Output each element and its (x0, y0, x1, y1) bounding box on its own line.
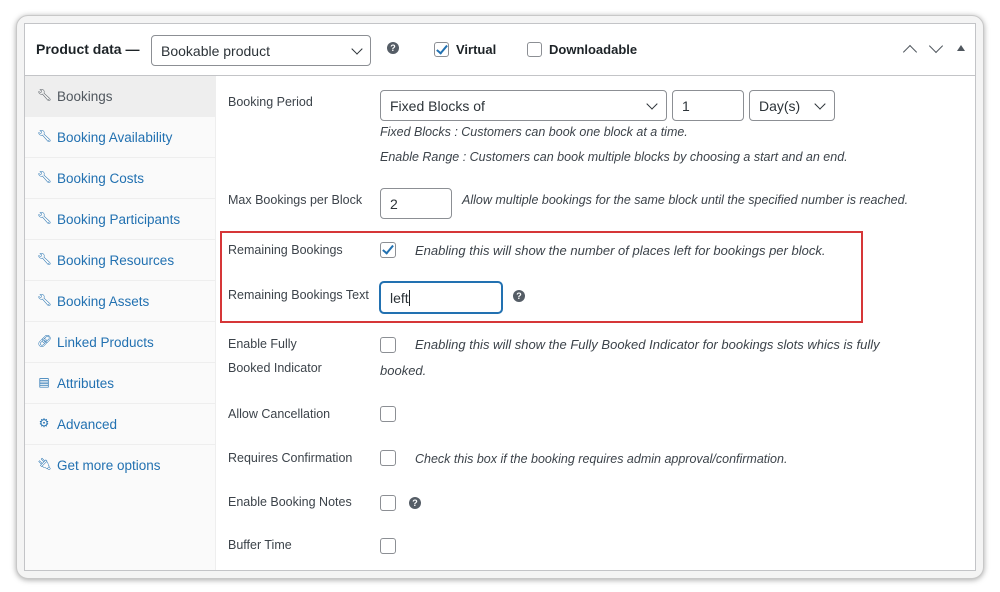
product-type-select[interactable]: Bookable product (151, 35, 371, 66)
buffer-time-label: Buffer Time (228, 538, 292, 552)
allow-cancellation-checkbox[interactable] (380, 406, 396, 422)
buffer-time-checkbox[interactable] (380, 538, 396, 554)
tab-label: Attributes (57, 376, 115, 391)
tab-booking-participants[interactable]: 🔧︎ Booking Participants (25, 199, 215, 240)
max-bookings-value: 2 (390, 196, 398, 212)
booking-period-label: Booking Period (228, 95, 313, 109)
tab-booking-resources[interactable]: 🔧︎ Booking Resources (25, 240, 215, 281)
remaining-bookings-text-input[interactable]: left (380, 282, 502, 313)
product-data-panel: Product data — Bookable product ? Virtua… (24, 23, 976, 571)
tab-label: Linked Products (57, 335, 154, 350)
booking-period-number-value: 1 (682, 98, 690, 114)
tab-label: Booking Assets (57, 294, 150, 309)
tab-bookings[interactable]: 🔧︎ Bookings (25, 76, 215, 117)
link-icon: 🔗︎ (37, 334, 53, 348)
plugin-icon: 🔌︎ (37, 457, 53, 471)
tab-label: Booking Participants (57, 212, 181, 227)
booking-period-desc-range: Enable Range : Customers can book multip… (380, 150, 848, 164)
booking-period-type-select[interactable]: Fixed Blocks of (380, 90, 667, 121)
wrench-icon: 🔧︎ (37, 129, 53, 143)
remaining-bookings-desc: Enabling this will show the number of pl… (415, 243, 826, 258)
virtual-label: Virtual (456, 42, 497, 57)
help-icon[interactable]: ? (387, 42, 399, 54)
tab-attributes[interactable]: ▤ Attributes (25, 363, 215, 404)
move-down-icon[interactable] (928, 38, 944, 54)
panel-header: Product data — Bookable product ? Virtua… (25, 24, 975, 76)
max-bookings-label: Max Bookings per Block (228, 193, 363, 207)
tab-label: Booking Costs (57, 171, 145, 186)
tab-linked-products[interactable]: 🔗︎ Linked Products (25, 322, 215, 363)
product-data-tabs: 🔧︎ Bookings 🔧︎ Booking Availability 🔧︎ B… (25, 76, 216, 570)
list-icon: ▤ (38, 375, 50, 389)
chevron-down-icon (351, 43, 363, 55)
panel-title: Product data — (36, 41, 140, 57)
booking-period-unit-select[interactable]: Day(s) (749, 90, 835, 121)
fully-booked-label-line1: Enable Fully (228, 337, 297, 351)
booking-period-type-value: Fixed Blocks of (390, 98, 485, 114)
chevron-down-icon (814, 98, 826, 110)
fully-booked-desc-line2: booked. (380, 363, 427, 378)
downloadable-checkbox[interactable] (527, 42, 542, 57)
remaining-bookings-text-value: left (390, 290, 409, 306)
text-caret (408, 290, 410, 306)
booking-notes-checkbox[interactable] (380, 495, 396, 511)
remaining-bookings-label: Remaining Bookings (228, 243, 343, 257)
wrench-icon: 🔧︎ (37, 252, 53, 266)
tab-get-more-options[interactable]: 🔌︎ Get more options (25, 445, 215, 486)
help-icon[interactable]: ? (409, 497, 421, 509)
wrench-icon: 🔧︎ (37, 88, 53, 102)
move-up-icon[interactable] (902, 44, 918, 60)
tab-label: Bookings (57, 89, 113, 104)
max-bookings-desc: Allow multiple bookings for the same blo… (462, 193, 909, 207)
tab-booking-assets[interactable]: 🔧︎ Booking Assets (25, 281, 215, 322)
booking-period-unit-value: Day(s) (759, 98, 801, 114)
toggle-panel-icon[interactable] (957, 45, 965, 51)
wrench-icon: 🔧︎ (37, 211, 53, 225)
gear-icon: ⚙︎ (38, 416, 50, 430)
tab-booking-costs[interactable]: 🔧︎ Booking Costs (25, 158, 215, 199)
requires-confirmation-checkbox[interactable] (380, 450, 396, 466)
fully-booked-desc-line1: Enabling this will show the Fully Booked… (415, 337, 880, 352)
booking-period-number-input[interactable]: 1 (672, 90, 744, 121)
tab-label: Booking Resources (57, 253, 175, 268)
max-bookings-input[interactable]: 2 (380, 188, 452, 219)
requires-confirmation-desc: Check this box if the booking requires a… (415, 452, 788, 466)
tab-label: Advanced (57, 417, 118, 432)
booking-period-desc-fixed: Fixed Blocks : Customers can book one bl… (380, 125, 688, 139)
remaining-bookings-text-label: Remaining Bookings Text (228, 288, 369, 302)
tab-label: Booking Availability (57, 130, 173, 145)
wrench-icon: 🔧︎ (37, 170, 53, 184)
virtual-checkbox[interactable] (434, 42, 449, 57)
chevron-down-icon (646, 98, 658, 110)
fully-booked-label-line2: Booked Indicator (228, 361, 322, 375)
wrench-icon: 🔧︎ (37, 293, 53, 307)
tab-booking-availability[interactable]: 🔧︎ Booking Availability (25, 117, 215, 158)
allow-cancellation-label: Allow Cancellation (228, 407, 331, 421)
tab-label: Get more options (57, 458, 161, 473)
fully-booked-checkbox[interactable] (380, 337, 396, 353)
booking-notes-label: Enable Booking Notes (228, 495, 352, 509)
help-icon[interactable]: ? (513, 290, 525, 302)
product-type-value: Bookable product (161, 43, 270, 59)
tab-advanced[interactable]: ⚙︎ Advanced (25, 404, 215, 445)
downloadable-label: Downloadable (549, 42, 638, 57)
requires-confirmation-label: Requires Confirmation (228, 451, 353, 465)
remaining-bookings-checkbox[interactable] (380, 242, 396, 258)
